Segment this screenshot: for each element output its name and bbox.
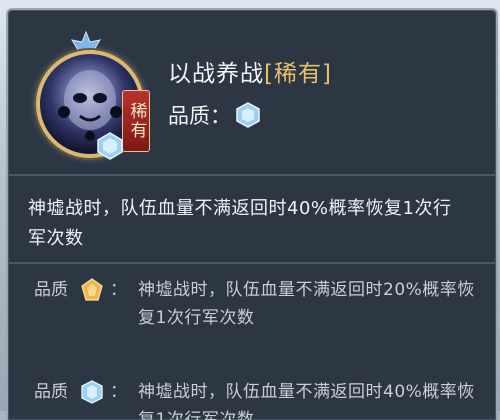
variant-colon: ： bbox=[110, 280, 127, 300]
variant-description: 神墟战时，队伍血量不满返回时40%概率恢复1次行军次数 bbox=[138, 382, 475, 420]
variant-colon: ： bbox=[110, 382, 127, 402]
skill-card: 稀有 以战养战[稀有] 品质： 神墟战时，队伍血量不满返回时40%概率恢复1次行… bbox=[6, 8, 498, 420]
blue-gem-icon bbox=[236, 102, 260, 128]
divider bbox=[8, 262, 496, 264]
skill-icon[interactable]: 稀有 bbox=[28, 28, 150, 160]
skill-header: 稀有 以战养战[稀有] 品质： bbox=[8, 10, 496, 170]
skill-name: 以战养战 bbox=[168, 61, 264, 87]
skill-title: 以战养战[稀有] bbox=[168, 54, 332, 87]
quality-label: 品质： bbox=[168, 104, 231, 128]
variant-quality-label: 品质 bbox=[34, 280, 68, 300]
gold-gem-icon bbox=[81, 278, 103, 301]
rarity-label: [稀有] bbox=[264, 61, 332, 87]
variant-description: 神墟战时，队伍血量不满返回时20%概率恢复1次行军次数 bbox=[138, 280, 475, 328]
quality-variant-row: 品质 ： 神墟战时，队伍血量不满返回时20%概率恢复1次行军次数 bbox=[34, 276, 482, 332]
blue-gem-icon bbox=[81, 380, 103, 404]
blue-gem-icon bbox=[97, 132, 123, 160]
quality-row: 品质： bbox=[168, 100, 261, 130]
rarity-badge: 稀有 bbox=[122, 90, 150, 152]
quality-variant-row: 品质 ： 神墟战时，队伍血量不满返回时40%概率恢复1次行军次数 bbox=[34, 378, 482, 420]
variant-quality-label: 品质 bbox=[34, 382, 68, 402]
skill-description: 神墟战时，队伍血量不满返回时40%概率恢复1次行军次数 bbox=[28, 198, 452, 249]
divider bbox=[8, 174, 496, 176]
